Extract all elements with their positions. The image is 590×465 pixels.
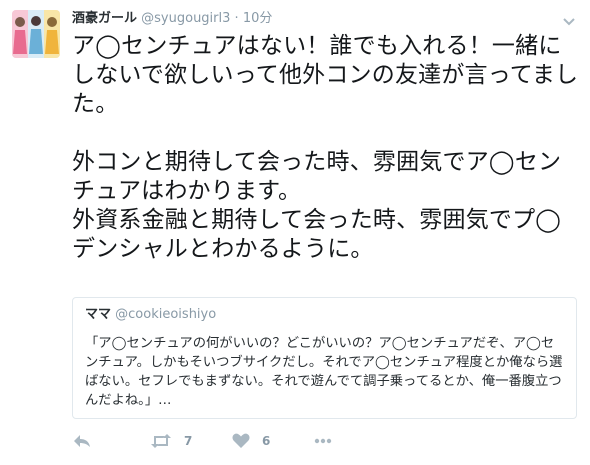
- reply-icon: [72, 433, 92, 449]
- separator: ·: [234, 11, 239, 26]
- tweet-text: ア◯センチュアはない！誰でも入れる！一緒にしないで欲しいって他外コンの友達が言っ…: [72, 32, 582, 264]
- quoted-display-name: ママ: [85, 307, 112, 322]
- tweet-paragraph-2: 外コンと期待して会った時、雰囲気でア◯センチュアはわかります。: [72, 149, 562, 204]
- quoted-screen-name: @cookieoishiyo: [115, 307, 217, 322]
- display-name[interactable]: 酒豪ガール: [72, 11, 137, 26]
- more-button[interactable]: [314, 430, 332, 452]
- like-icon: [232, 433, 250, 449]
- retweet-count: 7: [184, 434, 193, 448]
- screen-name[interactable]: @syugougirl3: [141, 11, 230, 26]
- tweet-actions: 7 6: [72, 430, 372, 452]
- quoted-tweet[interactable]: ママ @cookieoishiyo 「ア◯センチュアの何がいいの？どこがいいの？…: [72, 297, 577, 419]
- timestamp[interactable]: 10分: [243, 11, 273, 26]
- tweet: 酒豪ガール @syugougirl3 · 10分 ア◯センチュアはない！誰でも入…: [0, 0, 590, 465]
- tweet-paragraph-1: ア◯センチュアはない！誰でも入れる！一緒にしないで欲しいって他外コンの友達が言っ…: [72, 33, 579, 117]
- more-icon: [314, 438, 332, 444]
- tweet-header: 酒豪ガール @syugougirl3 · 10分: [72, 10, 272, 30]
- like-button[interactable]: 6: [232, 430, 270, 452]
- retweet-button[interactable]: 7: [150, 430, 192, 452]
- reply-button[interactable]: [72, 430, 92, 452]
- quoted-tweet-header: ママ @cookieoishiyo: [85, 307, 564, 323]
- caret-down-icon[interactable]: [562, 12, 576, 26]
- retweet-icon: [150, 433, 172, 449]
- quoted-tweet-text: 「ア◯センチュアの何がいいの？どこがいいの？ア◯センチュアだぞ、ア◯センチュア。…: [85, 336, 563, 408]
- avatar[interactable]: [12, 10, 60, 58]
- like-count: 6: [262, 434, 271, 448]
- tweet-paragraph-3: 外資系金融と期待して会った時、雰囲気でプ◯デンシャルとわかるように。: [72, 207, 562, 262]
